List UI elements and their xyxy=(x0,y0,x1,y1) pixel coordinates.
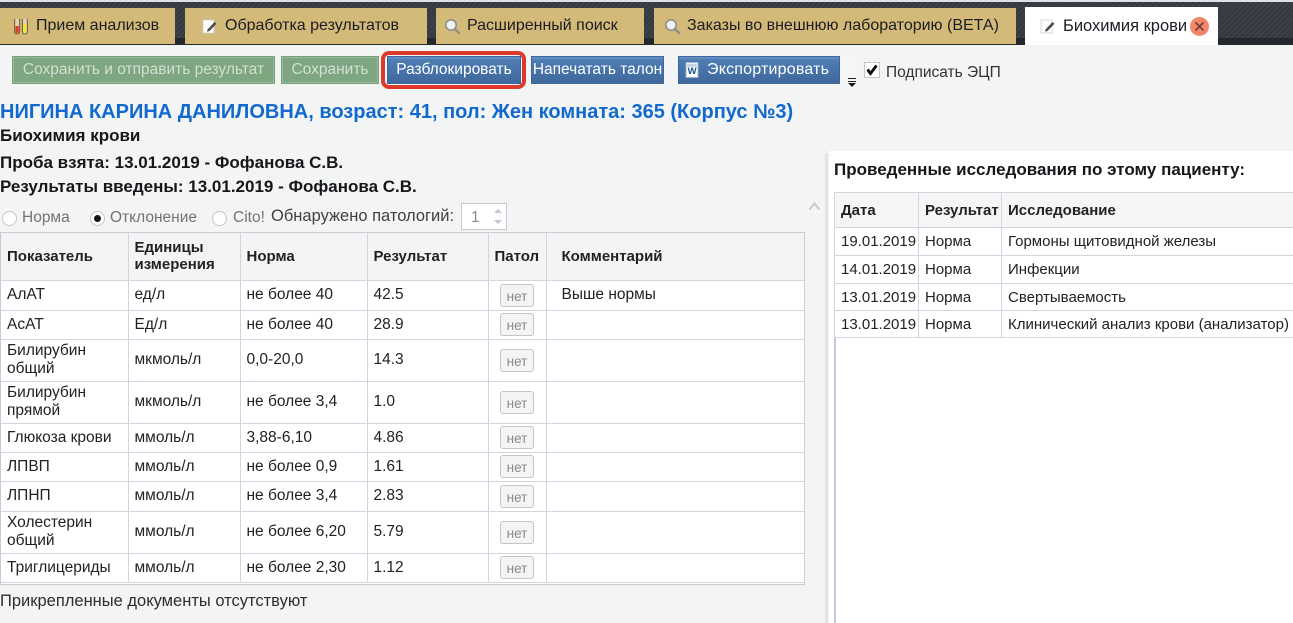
svg-text:W: W xyxy=(688,66,697,77)
